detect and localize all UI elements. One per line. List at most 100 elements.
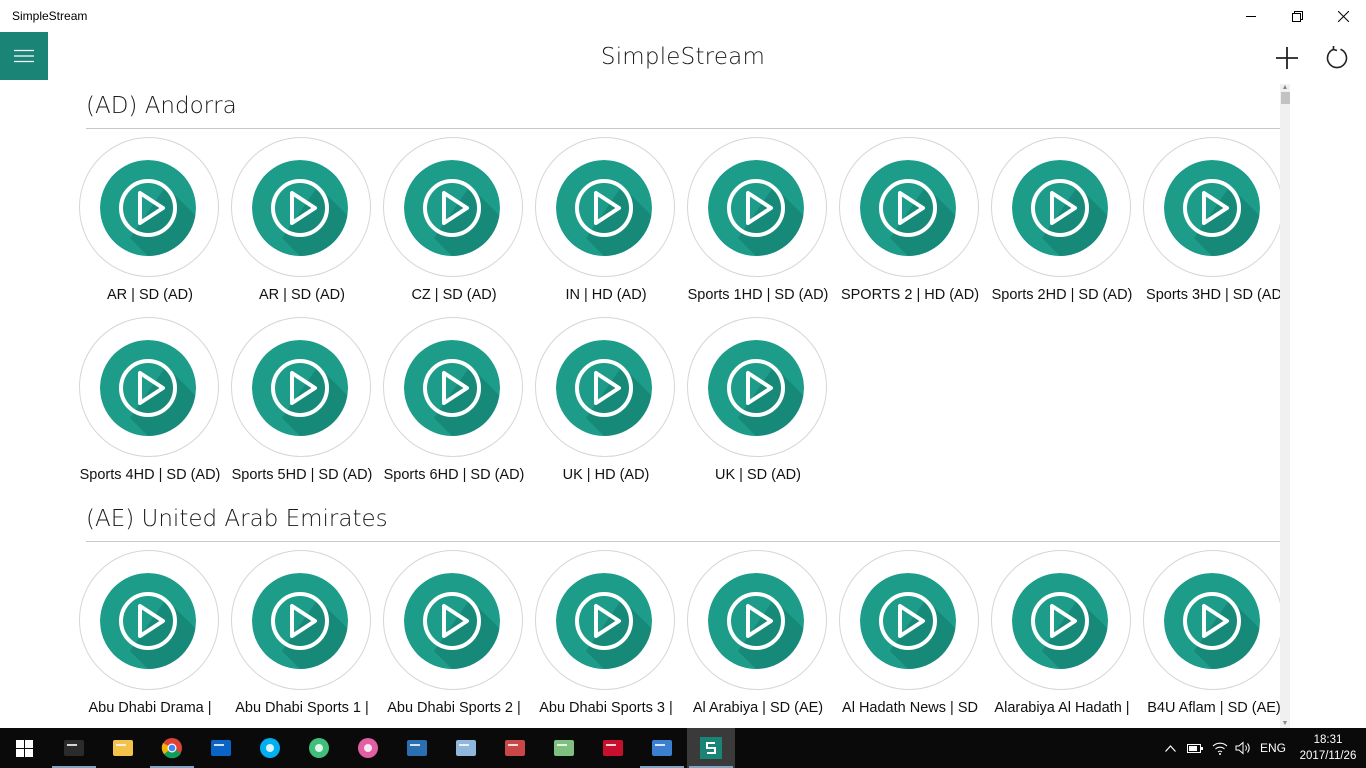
section-title: (AD) Andorra [86,93,237,119]
channel-tile[interactable]: Al Hadath News | SD [836,550,988,728]
refresh-icon [1326,46,1348,69]
battery-icon [1187,743,1203,753]
channel-thumb [252,160,348,256]
speaker-icon [1235,741,1250,755]
close-button[interactable] [1320,0,1366,32]
play-icon [100,573,196,669]
channel-tile[interactable]: Sports 3HD | SD (AD [1140,137,1280,317]
channel-label: Sports 6HD | SD (AD) [383,467,525,483]
channel-tile[interactable]: Abu Dhabi Sports 1 | [228,550,380,728]
channel-tile[interactable]: AR | SD (AD) [76,137,228,317]
taskbar-file-explorer[interactable] [99,728,147,768]
channel-tile[interactable]: CZ | SD (AD) [380,137,532,317]
channel-label: CZ | SD (AD) [411,287,497,303]
network-button[interactable] [1210,728,1230,768]
taskbar-command-prompt[interactable] [50,728,98,768]
channel-thumb [860,573,956,669]
channel-label: AR | SD (AD) [259,287,345,303]
channel-tile[interactable]: Sports 4HD | SD (AD) [76,317,228,497]
channel-label: IN | HD (AD) [565,287,647,303]
channel-tile[interactable]: Sports 2HD | SD (AD) [988,137,1140,317]
channel-thumb [100,340,196,436]
taskbar-notepad[interactable] [442,728,490,768]
channel-tile[interactable]: Sports 5HD | SD (AD) [228,317,380,497]
channel-list[interactable]: (AD) Andorra AR | SD (AD) AR | SD (AD) CZ … [0,84,1280,728]
command-prompt-icon [64,740,84,756]
task-manager-icon [554,740,574,756]
clock-time: 18:31 [1313,734,1343,746]
play-icon [252,160,348,256]
channel-label: Abu Dhabi Sports 2 | [387,700,521,716]
taskbar-simplestream[interactable] [687,728,735,768]
channel-thumb [252,340,348,436]
clock-date: 2017/11/26 [1299,750,1357,762]
refresh-button[interactable] [1317,38,1357,78]
minimize-icon [1246,16,1256,17]
taskbar-skype[interactable] [246,728,294,768]
channel-thumb [556,160,652,256]
channel-tile[interactable]: Al Arabiya | SD (AE) [684,550,836,728]
scroll-thumb[interactable] [1281,92,1290,104]
windows-icon [15,739,33,757]
channel-thumb [860,160,956,256]
taskbar-store[interactable] [638,728,686,768]
notepad-icon [456,740,476,756]
channel-tile[interactable]: Sports 6HD | SD (AD) [380,317,532,497]
play-icon [1012,573,1108,669]
clock[interactable]: 18:31 2017/11/26 [1290,732,1366,764]
channel-tile[interactable]: UK | HD (AD) [532,317,684,497]
taskbar: ENG 18:31 2017/11/26 [0,728,1366,768]
close-icon [1337,10,1349,22]
channel-tile[interactable]: Alarabiya Al Hadath | [988,550,1140,728]
taskbar-itunes[interactable] [344,728,392,768]
channel-tile[interactable]: Abu Dhabi Sports 3 | [532,550,684,728]
play-icon [1164,573,1260,669]
taskbar-powershell[interactable] [393,728,441,768]
taskbar-atom[interactable] [295,728,343,768]
channel-label: Sports 2HD | SD (AD) [991,287,1133,303]
play-icon [252,340,348,436]
start-button[interactable] [0,728,48,768]
volume-button[interactable] [1233,728,1253,768]
channel-tile[interactable]: IN | HD (AD) [532,137,684,317]
play-icon [860,160,956,256]
scroll-up-arrow[interactable]: ▲ [1280,84,1290,92]
play-icon [860,573,956,669]
channel-tile[interactable]: AR | SD (AD) [228,137,380,317]
channel-thumb [1012,160,1108,256]
page-title: SimpleStream [600,44,766,70]
channel-thumb [1164,573,1260,669]
filezilla-icon [603,740,623,756]
add-button[interactable] [1267,38,1307,78]
play-icon [404,340,500,436]
play-icon [708,573,804,669]
channel-thumb [708,340,804,436]
input-language[interactable]: ENG [1258,728,1288,768]
channel-thumb [1164,160,1260,256]
restore-icon [1291,10,1303,22]
taskbar-outlook[interactable] [197,728,245,768]
skype-icon [260,738,280,758]
tray-overflow-button[interactable] [1162,728,1178,768]
minimize-button[interactable] [1228,0,1274,32]
channel-tile[interactable]: Sports 1HD | SD (AD) [684,137,836,317]
channel-label: UK | SD (AD) [715,467,801,483]
restore-button[interactable] [1274,0,1320,32]
channel-label: Sports 3HD | SD (AD [1146,287,1280,303]
title-bar: SimpleStream [0,0,1366,32]
channel-tile[interactable]: Abu Dhabi Sports 2 | [380,550,532,728]
taskbar-filezilla[interactable] [589,728,637,768]
channel-tile[interactable]: B4U Aflam | SD (AE) [1140,550,1280,728]
channel-tile[interactable]: SPORTS 2 | HD (AD) [836,137,988,317]
taskbar-chrome[interactable] [148,728,196,768]
taskbar-task-manager[interactable] [540,728,588,768]
channel-label: Abu Dhabi Sports 1 | [235,700,369,716]
powershell-icon [407,740,427,756]
channel-tile[interactable]: UK | SD (AD) [684,317,836,497]
scrollbar[interactable]: ▲ ▼ [1280,84,1290,728]
taskbar-snipping-tool[interactable] [491,728,539,768]
battery-button[interactable] [1185,728,1205,768]
channel-tile[interactable]: Abu Dhabi Drama | [76,550,228,728]
play-icon [708,160,804,256]
scroll-down-arrow[interactable]: ▼ [1280,720,1290,728]
